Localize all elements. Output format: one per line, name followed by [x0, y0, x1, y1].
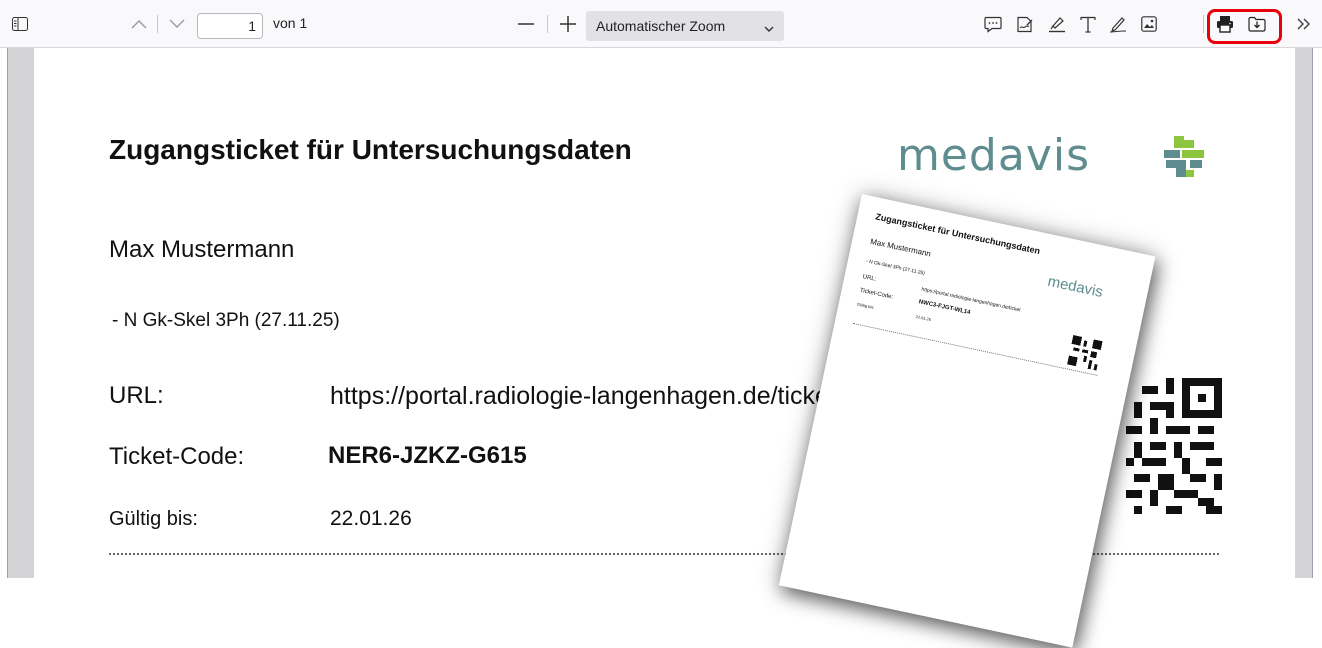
url-value: https://portal.radiologie-langenhagen.de… — [330, 378, 840, 414]
text-icon[interactable] — [1077, 14, 1099, 34]
print-save-highlight — [1207, 9, 1282, 44]
thumbnail-ticket-label: Ticket-Code: — [859, 287, 894, 301]
thumbnail-valid-label: Gültig bis: — [856, 301, 875, 311]
page-number-input[interactable]: 1 — [197, 13, 263, 39]
draw-icon[interactable] — [1107, 14, 1129, 34]
url-label: URL: — [109, 382, 164, 409]
sidebar-toggle-icon[interactable] — [10, 15, 30, 33]
toolbar-separator — [1203, 15, 1204, 33]
thumbnail-exam: - N Gk-Skel 3Ph (27.11.25) — [865, 258, 926, 277]
exam-entry: - N Gk-Skel 3Ph (27.11.25) — [112, 310, 340, 331]
document-title: Zugangsticket für Untersuchungsdaten — [109, 134, 632, 165]
medavis-logo-text: medavis — [897, 130, 1091, 181]
ticket-code-value: NER6-JZKZ-G615 — [328, 442, 527, 469]
frame-border-right — [1312, 48, 1322, 578]
thumbnail-valid-date: 22.01.26 — [915, 313, 932, 323]
toolbar-separator — [157, 15, 158, 33]
zoom-select-value: Automatischer Zoom — [596, 18, 726, 34]
image-icon[interactable] — [1138, 14, 1160, 34]
thumbnail-patient-name: Max Mustermann — [869, 236, 932, 259]
medavis-logo-icon — [1160, 134, 1208, 183]
chevron-down-icon — [764, 20, 774, 38]
page-count: von 1 — [273, 15, 308, 31]
thumbnail-logo-text: medavis — [1046, 272, 1105, 301]
zoom-out-icon[interactable] — [516, 16, 536, 32]
thumbnail-ticket-code: NWC3-FJGT-WL14 — [918, 299, 971, 317]
comment-icon[interactable] — [982, 14, 1004, 34]
qr-code — [1126, 378, 1222, 519]
pdf-toolbar: 1 von 1 Automatischer Zoom — [0, 0, 1322, 48]
zoom-in-icon[interactable] — [558, 15, 578, 33]
previous-page-icon[interactable] — [126, 14, 152, 34]
url-text: https://portal.radiologie-langenhagen.de… — [330, 382, 836, 410]
zoom-select[interactable]: Automatischer Zoom — [586, 11, 784, 41]
patient-name: Max Mustermann — [109, 236, 295, 263]
valid-until-label: Gültig bis: — [109, 508, 198, 530]
signature-icon[interactable] — [1014, 14, 1036, 34]
thumbnail-dotted-separator — [852, 322, 1098, 376]
frame-border-left — [0, 48, 8, 578]
toolbar-separator — [547, 15, 548, 33]
valid-until-value: 22.01.26 — [330, 507, 412, 530]
more-tools-icon[interactable] — [1293, 14, 1315, 34]
highlight-icon[interactable] — [1046, 14, 1068, 34]
ticket-code-label: Ticket-Code: — [109, 443, 245, 470]
next-page-icon[interactable] — [164, 14, 190, 34]
thumbnail-url-label: URL: — [862, 274, 877, 283]
